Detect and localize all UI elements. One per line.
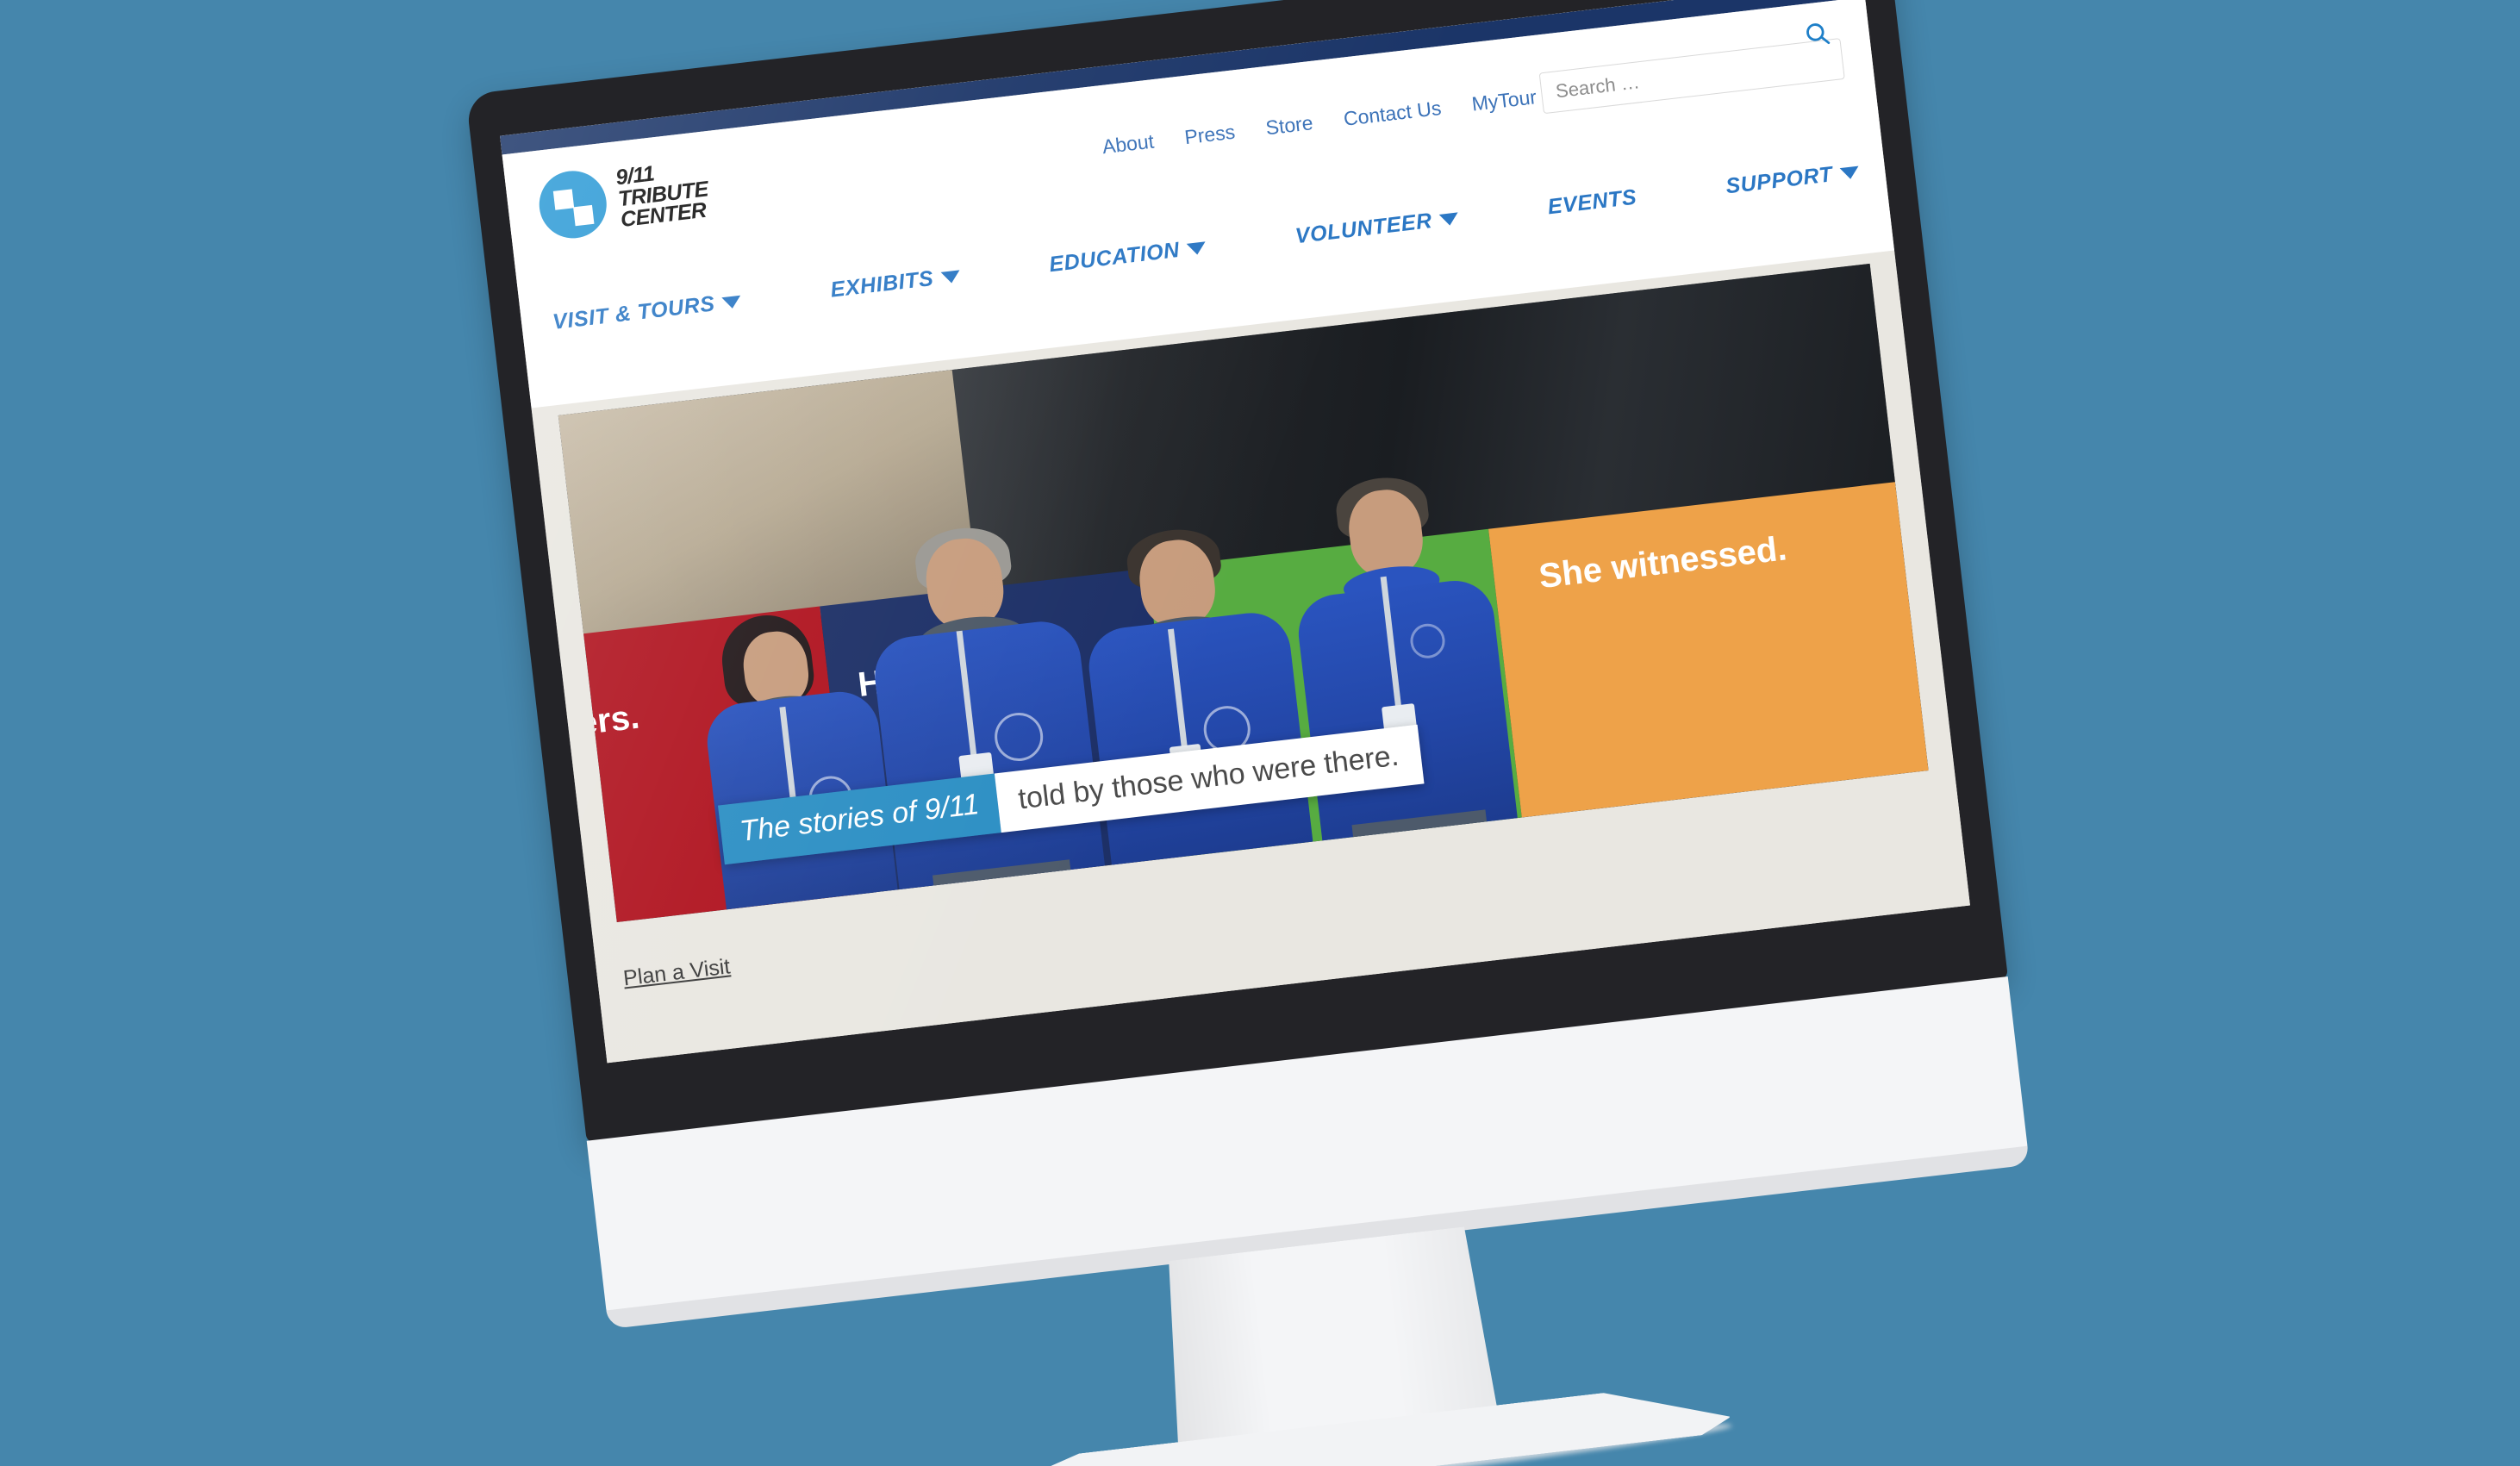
chevron-down-icon xyxy=(940,269,961,284)
logo-square-upper xyxy=(552,189,575,210)
utility-nav-item-contact-us[interactable]: Contact Us xyxy=(1343,97,1443,131)
utility-nav-item-mytour[interactable]: MyTour xyxy=(1470,85,1538,115)
chevron-down-icon xyxy=(1186,240,1207,256)
utility-nav-item-press[interactable]: Press xyxy=(1183,121,1237,150)
monitor-screen: 9/11 TRIBUTE CENTER About Press Store Co… xyxy=(500,0,1970,1064)
main-nav-label: VOLUNTEER xyxy=(1294,209,1434,249)
chevron-down-icon xyxy=(1839,165,1860,180)
chevron-down-icon xyxy=(1438,211,1460,227)
monitor: 9/11 TRIBUTE CENTER About Press Store Co… xyxy=(465,0,2053,1466)
main-nav-label: EXHIBITS xyxy=(829,265,935,303)
logo-mark-icon xyxy=(535,167,610,242)
search-container xyxy=(1538,23,1845,115)
main-nav-item-volunteer[interactable]: VOLUNTEER xyxy=(1294,205,1460,249)
main-nav-label: EVENTS xyxy=(1546,184,1638,220)
site-logo[interactable]: 9/11 TRIBUTE CENTER xyxy=(535,156,712,242)
website-page: 9/11 TRIBUTE CENTER About Press Store Co… xyxy=(500,0,1970,1064)
person-jacket xyxy=(1084,608,1313,865)
main-nav-label: SUPPORT xyxy=(1724,162,1834,199)
main-nav-item-support[interactable]: SUPPORT xyxy=(1725,159,1861,200)
utility-nav-item-about[interactable]: About xyxy=(1101,130,1156,159)
plan-a-visit-link[interactable]: Plan a Visit xyxy=(622,954,732,991)
utility-nav-item-store[interactable]: Store xyxy=(1264,111,1314,140)
utility-nav: About Press Store Contact Us MyTour xyxy=(1101,85,1538,159)
main-nav-label: EDUCATION xyxy=(1047,237,1182,278)
chevron-down-icon xyxy=(721,295,743,309)
main-nav-item-events[interactable]: EVENTS xyxy=(1546,185,1637,221)
search-icon[interactable] xyxy=(1800,16,1835,51)
logo-square-lower xyxy=(573,204,595,227)
logo-wordmark: 9/11 TRIBUTE CENTER xyxy=(614,158,712,233)
main-nav-item-education[interactable]: EDUCATION xyxy=(1048,234,1207,278)
main-nav-label: VISIT & TOURS xyxy=(551,291,716,334)
main-nav-item-visit-and-tours[interactable]: VISIT & TOURS xyxy=(552,289,743,335)
main-nav-item-exhibits[interactable]: EXHIBITS xyxy=(829,263,961,303)
search-input[interactable] xyxy=(1538,38,1845,115)
